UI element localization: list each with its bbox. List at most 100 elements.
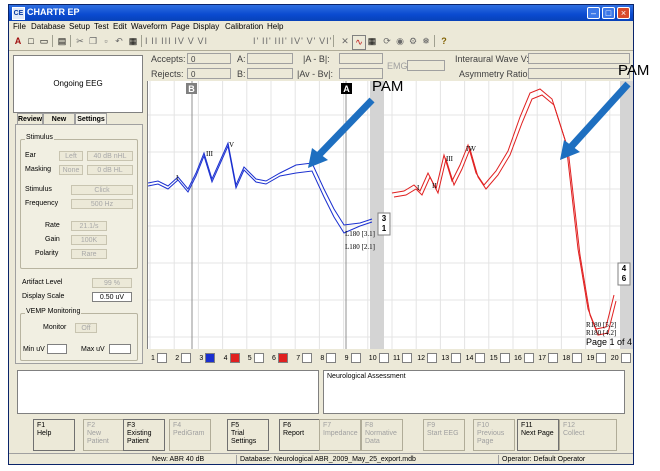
track-6[interactable]: 6 <box>272 353 288 363</box>
plot-grid <box>148 81 633 349</box>
wave-roman-icons[interactable]: I II III IV V VI <box>145 35 255 48</box>
display-scale-field[interactable]: 0.50 uV <box>92 292 132 302</box>
a-field <box>247 53 293 64</box>
rate-field[interactable]: 21.1/s <box>71 221 107 231</box>
menu-page[interactable]: Page <box>171 22 190 31</box>
open-folder-icon[interactable]: ▭ <box>38 35 50 48</box>
invert-icon[interactable]: ✕ <box>339 35 351 48</box>
right-waveform-trace-2[interactable] <box>393 94 617 336</box>
waveform-plot[interactable]: B A I III V I II III IV V L180 [3.1] L18… <box>147 81 633 349</box>
grid-icon[interactable]: ▦ <box>366 35 378 48</box>
track-2[interactable]: 2 <box>175 353 192 363</box>
polarity-field[interactable]: Rare <box>71 249 107 259</box>
track-17[interactable]: 17 <box>538 353 558 363</box>
waveform-icon[interactable]: ∿ <box>352 35 366 50</box>
fkey-f2[interactable]: F2 New Patient <box>83 419 125 451</box>
track-18[interactable]: 18 <box>562 353 583 363</box>
track-1[interactable]: 1 <box>151 353 167 363</box>
masking-level-field[interactable]: 0 dB HL <box>87 165 133 175</box>
status-bar: New: ABR 40 dB Database: Neurological AB… <box>9 453 633 464</box>
right-waveform-trace-1[interactable] <box>391 88 615 330</box>
track-7[interactable]: 7 <box>296 353 313 363</box>
tab-review[interactable]: Review <box>17 113 43 124</box>
artifact-level-field[interactable]: 99 % <box>92 278 132 288</box>
left-notes-pane[interactable] <box>17 370 319 414</box>
track-11[interactable]: 11 <box>393 353 413 363</box>
ear-field[interactable]: Left <box>59 151 83 161</box>
fkey-f3[interactable]: F3 Existing Patient <box>123 419 165 451</box>
track-8[interactable]: 8 <box>320 353 337 363</box>
track-16[interactable]: 16 <box>514 353 534 363</box>
fkey-f11[interactable]: F11 Next Page <box>517 419 559 451</box>
new-file-icon[interactable]: □ <box>25 35 37 48</box>
menu-setup[interactable]: Setup <box>69 22 90 31</box>
page-setup-icon[interactable]: ▦ <box>127 35 139 48</box>
track-4[interactable]: 4 <box>224 353 240 363</box>
fkey-code: F7 <box>323 422 332 429</box>
menu-test[interactable]: Test <box>94 22 109 31</box>
menu-database[interactable]: Database <box>31 22 65 31</box>
track-14[interactable]: 14 <box>466 353 486 363</box>
menu-help[interactable]: Help <box>267 22 283 31</box>
snowflake-icon[interactable]: ❅ <box>420 35 432 48</box>
fkey-f8[interactable]: F8 Normative Data <box>361 419 403 451</box>
fkey-f4[interactable]: F4 PediGram <box>169 419 211 451</box>
track-number: 20 <box>610 354 619 362</box>
toolbar-separator <box>434 35 435 47</box>
menu-calibration[interactable]: Calibration <box>225 22 263 31</box>
ear-label: Ear <box>25 152 36 159</box>
track-19[interactable]: 19 <box>587 353 607 363</box>
fkey-f10[interactable]: F10 Previous Page <box>473 419 515 451</box>
max-uv-field[interactable] <box>109 344 131 354</box>
print-icon[interactable]: ▤ <box>56 35 68 48</box>
tab-new-test[interactable]: New Test <box>43 113 75 134</box>
help-icon[interactable]: ? <box>438 35 450 48</box>
gain-field[interactable]: 100K <box>71 235 107 245</box>
ear-level-field[interactable]: 40 dB nHL <box>87 151 133 161</box>
track-number: 17 <box>538 354 546 362</box>
menu-edit[interactable]: Edit <box>113 22 127 31</box>
undo-icon[interactable]: ↶ <box>113 35 125 48</box>
stimulus-field[interactable]: Click <box>71 185 133 195</box>
fkey-label: Impedance <box>323 430 358 437</box>
track-10[interactable]: 10 <box>369 353 389 363</box>
paste-icon[interactable]: ▫ <box>100 35 112 48</box>
track-12[interactable]: 12 <box>417 353 437 363</box>
fkey-f5[interactable]: F5 Trial Settings <box>227 419 269 451</box>
track-5[interactable]: 5 <box>248 353 264 363</box>
refresh-icon[interactable]: ⟳ <box>381 35 393 48</box>
copy-icon[interactable]: ❐ <box>87 35 99 48</box>
right-notes-pane[interactable]: Neurological Assessment <box>323 370 625 414</box>
track-13[interactable]: 13 <box>441 353 462 363</box>
fkey-f1[interactable]: F1 Help <box>33 419 75 451</box>
menu-waveform[interactable]: Waveform <box>131 22 167 31</box>
menu-display[interactable]: Display <box>193 22 219 31</box>
record-icon[interactable]: ◉ <box>394 35 406 48</box>
monitor-field[interactable]: Off <box>75 323 97 333</box>
track-9[interactable]: 9 <box>345 353 361 363</box>
page-indicator: Page 1 of 4 <box>586 337 632 347</box>
min-uv-field[interactable] <box>47 344 67 354</box>
font-icon[interactable]: A <box>12 35 24 48</box>
b-field <box>247 68 293 79</box>
track-15[interactable]: 15 <box>490 353 510 363</box>
track-3[interactable]: 3 <box>199 353 216 363</box>
settings-icon[interactable]: ⚙ <box>407 35 419 48</box>
toolbar: A □ ▭ ▤ ✂ ❐ ▫ ↶ ▦ I II III IV V VI I' II… <box>9 33 633 51</box>
fkey-f6[interactable]: F6 Report <box>279 419 321 451</box>
emg-field <box>407 60 445 71</box>
title-bar[interactable]: CE CHARTR EP – □ × <box>9 5 633 21</box>
fkey-f9[interactable]: F9 Start EEG <box>423 419 465 451</box>
wave-prime-icons[interactable]: I' II' III' IV' V' VI' <box>253 35 353 48</box>
fkey-f7[interactable]: F7 Impedance <box>319 419 361 451</box>
cut-icon[interactable]: ✂ <box>74 35 86 48</box>
maximize-button[interactable]: □ <box>602 7 615 19</box>
track-20[interactable]: 20 <box>611 353 631 363</box>
menu-file[interactable]: File <box>13 22 26 31</box>
fkey-f12[interactable]: F12 Collect <box>559 419 617 451</box>
masking-field[interactable]: None <box>59 165 83 175</box>
minimize-button[interactable]: – <box>587 7 600 19</box>
waveform-plot-svg: B A I III V I II III IV V L180 [3.1] L18… <box>147 81 633 349</box>
close-button[interactable]: × <box>617 7 630 19</box>
frequency-field[interactable]: 500 Hz <box>71 199 133 209</box>
